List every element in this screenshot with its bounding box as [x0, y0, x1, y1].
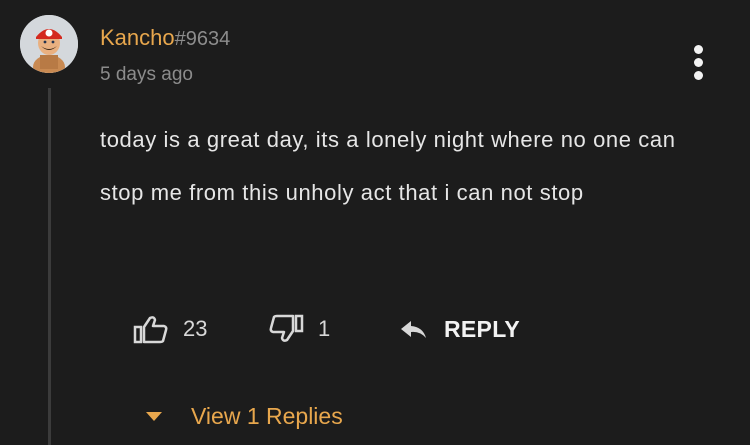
mario-avatar-image [20, 15, 78, 73]
reply-button[interactable]: REPLY [398, 312, 520, 346]
timestamp: 5 days ago [100, 64, 193, 85]
thumbs-up-icon [133, 316, 168, 344]
upvote-count: 23 [183, 316, 208, 341]
reply-label: REPLY [444, 315, 521, 342]
view-replies-label: View 1 Replies [191, 402, 343, 429]
downvote-button[interactable]: 1 [268, 312, 330, 346]
user-discriminator: #9634 [174, 28, 231, 50]
comment-card: Kancho#9634 5 days ago today is a great … [0, 0, 750, 445]
downvote-count: 1 [318, 316, 331, 341]
comment-text: today is a great day, its a lonely night… [100, 127, 676, 205]
caret-down-icon [146, 412, 162, 421]
more-options-button[interactable] [684, 42, 714, 82]
vertical-dots-icon-dot-3 [694, 71, 703, 80]
author-line: Kancho#9634 [100, 24, 230, 53]
vertical-dots-icon [694, 45, 703, 54]
view-replies-button[interactable]: View 1 Replies [145, 400, 343, 432]
reply-arrow-icon [401, 321, 426, 338]
upvote-button[interactable]: 23 [133, 312, 207, 346]
thread-line [48, 88, 51, 445]
avatar[interactable] [20, 15, 78, 73]
username[interactable]: Kancho [100, 25, 175, 50]
vertical-dots-icon-dot-2 [694, 58, 703, 67]
thumbs-down-icon [269, 314, 304, 342]
